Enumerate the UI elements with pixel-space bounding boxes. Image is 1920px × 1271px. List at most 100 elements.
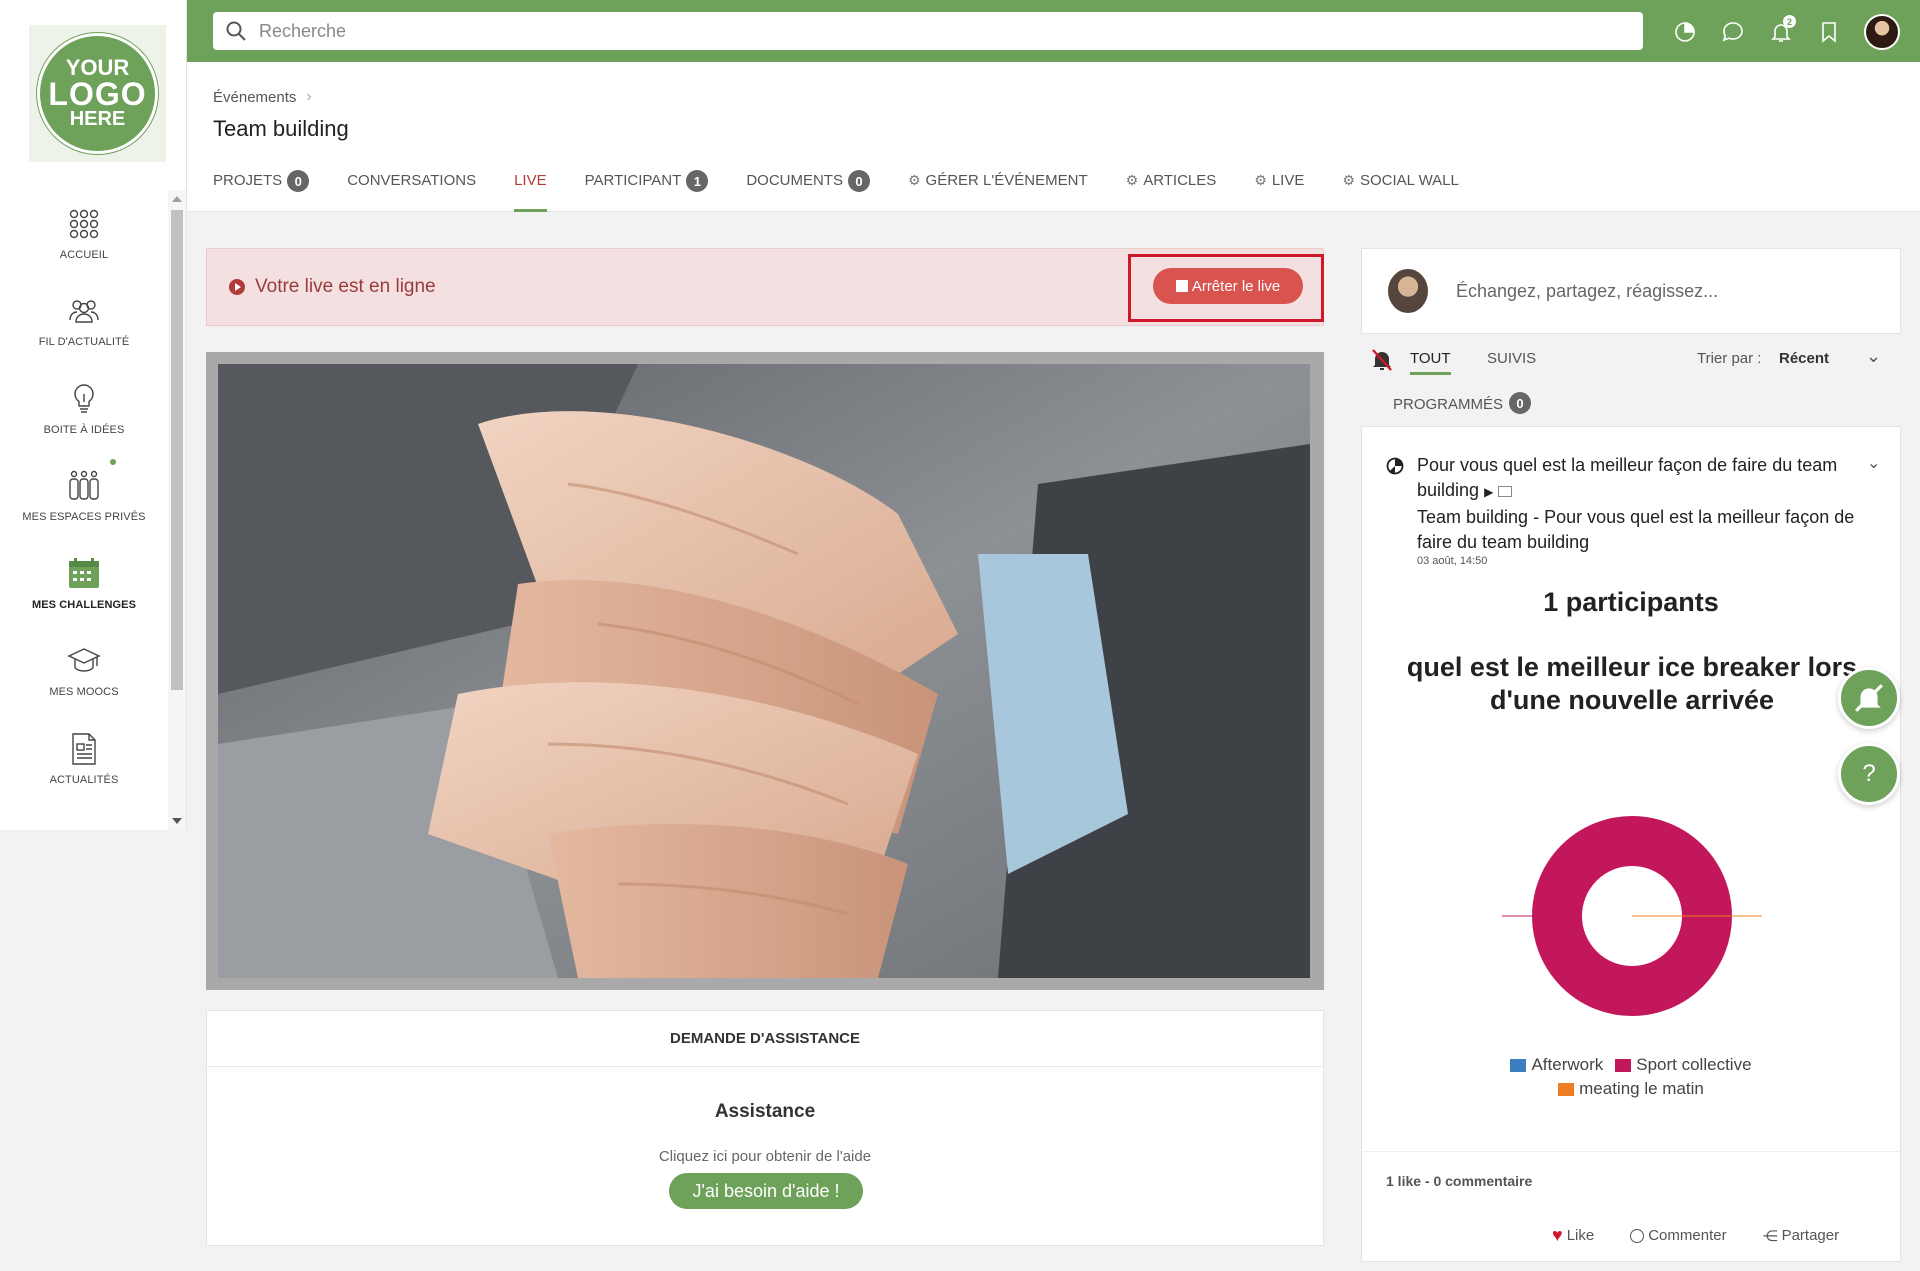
sidebar-item-moocs[interactable]: MES MOOCS [0,628,168,716]
sidebar-item-challenges[interactable]: MES CHALLENGES [0,540,168,628]
legend-item[interactable]: meating le matin [1558,1079,1704,1099]
sidebar-item-actualites[interactable]: ACTUALITÉS [0,715,168,803]
chevron-down-icon[interactable]: ⌄ [1866,346,1881,367]
compose-input[interactable] [1456,280,1876,302]
search-box [213,12,1643,50]
sidebar-scrollbar[interactable] [168,190,186,830]
share-icon: ⋲ [1762,1227,1778,1245]
bell-off-icon[interactable] [1371,348,1393,372]
search-input[interactable] [259,20,1559,42]
like-label: Like [1566,1227,1595,1244]
messages-button[interactable] [1720,17,1746,47]
user-avatar [1388,269,1428,313]
card-icon [1498,485,1513,497]
poll-question: quel est le meilleur ice breaker lors d'… [1406,652,1858,715]
scroll-thumb[interactable] [171,210,183,690]
tab-live[interactable]: LIVE [514,166,547,212]
legend-item[interactable]: Afterwork [1510,1055,1603,1075]
tab-label: DOCUMENTS [746,172,843,189]
lightbulb-icon [74,384,94,413]
newspaper-icon [72,733,96,765]
sort-select[interactable]: Récent [1779,350,1829,367]
comment-bubble-icon [1630,1228,1645,1243]
sidebar: YOUR LOGO HERE ACCUEIL FIL D'ACTUALITÉ B… [0,0,187,830]
tab-documents[interactable]: DOCUMENTS 0 [746,166,870,212]
stop-live-label: Arrêter le live [1191,277,1281,295]
tab-conversations[interactable]: CONVERSATIONS [347,166,476,212]
legend-item[interactable]: Sport collective [1615,1055,1752,1075]
tab-projets[interactable]: PROJETS 0 [213,166,310,212]
tab-label: CONVERSATIONS [347,172,477,189]
tab-label: LIVE [514,172,547,189]
scroll-up-icon[interactable] [172,196,182,202]
help-fab-button[interactable]: ? [1838,743,1900,805]
tab-live-settings[interactable]: ⚙ LIVE [1254,166,1304,212]
search-icon [226,21,246,41]
sidebar-item-label: MES CHALLENGES [31,598,137,611]
chevron-down-icon[interactable]: ⌄ [1867,453,1880,473]
sidebar-item-label: BOITE À IDÉES [43,423,125,436]
live-status-text: Votre live est en ligne [255,276,436,297]
need-help-button[interactable]: J'ai besoin d'aide ! [669,1173,863,1209]
breadcrumb-link[interactable]: Événements [213,89,296,106]
logo-text-2: LOGO [48,76,147,113]
sidebar-item-accueil[interactable]: ACCUEIL [0,190,168,278]
sidebar-item-boite-idees[interactable]: BOITE À IDÉES [0,365,168,453]
user-avatar[interactable] [1864,14,1900,50]
legend-label: meating le matin [1579,1079,1704,1098]
chart-legend: Afterwork Sport collective meating le mati… [1362,1055,1900,1099]
stop-square-icon [1175,280,1188,292]
poll-donut-chart: 10 [1502,816,1762,1016]
tab-label: ARTICLES [1143,172,1217,189]
tab-badge: 0 [287,170,310,192]
unread-dot [110,458,116,465]
private-space-icon [69,471,99,500]
legend-label: Afterwork [1531,1055,1604,1074]
sidebar-item-espaces-prives[interactable]: MES ESPACES PRIVÉS [0,453,168,541]
assistance-panel: DEMANDE D'ASSISTANCE Assistance Cliquez … [206,1010,1324,1246]
top-icons: 2 [1672,14,1900,50]
feed-tab-followed[interactable]: SUIVIS [1487,350,1536,367]
pie-chart-icon [1386,457,1404,475]
compose-box [1361,248,1901,334]
share-button[interactable]: ⋲ Partager [1763,1225,1840,1246]
legend-label: Sport collective [1636,1055,1752,1074]
graduation-cap-icon [67,648,101,672]
tab-label: GÉRER L'ÉVÉNEMENT [925,172,1088,189]
comment-button[interactable]: Commenter [1630,1225,1727,1246]
post-title-text: Pour vous quel est la meilleur façon de … [1417,455,1838,500]
pie-chart-icon [1675,22,1695,42]
tab-participant[interactable]: PARTICIPANT 1 [585,166,709,212]
tab-badge: 0 [847,170,870,192]
tab-articles[interactable]: ⚙ ARTICLES [1126,166,1217,212]
event-tabs: PROJETS 0 CONVERSATIONS LIVE PARTICIPANT… [213,166,1497,212]
logo[interactable]: YOUR LOGO HERE [29,25,166,162]
chevron-right-icon: › [306,88,312,105]
like-button[interactable]: ♥ Like [1552,1225,1594,1246]
top-bar: 2 [187,0,1920,62]
post-title[interactable]: Pour vous quel est la meilleur façon de … [1417,453,1857,505]
tab-social-wall[interactable]: ⚙ SOCIAL WALL [1342,166,1458,212]
live-video[interactable] [206,352,1324,990]
comment-label: Commenter [1648,1227,1727,1244]
sidebar-item-label: ACTUALITÉS [49,773,119,786]
stats-button[interactable] [1672,17,1698,47]
sidebar-item-fil-actualite[interactable]: FIL D'ACTUALITÉ [0,278,168,366]
heart-icon: ♥ [1552,1225,1563,1245]
mute-fab-button[interactable] [1838,667,1900,729]
tab-label: PROJETS [213,172,283,189]
sidebar-item-label: MES ESPACES PRIVÉS [22,511,146,524]
assistance-title: Assistance [714,1101,816,1122]
tab-label: PROGRAMMÉS [1393,395,1504,413]
divider [1362,1151,1900,1152]
feed-tab-all[interactable]: TOUT [1410,350,1451,375]
notifications-button[interactable]: 2 [1768,15,1796,47]
feed-tab-scheduled[interactable]: PROGRAMMÉS 0 [1393,392,1532,414]
scroll-down-icon[interactable] [172,818,182,824]
share-label: Partager [1781,1227,1840,1244]
post-actions: ♥ Like Commenter ⋲ Partager [1552,1225,1839,1246]
bookmarks-button[interactable] [1816,17,1842,47]
stop-live-button[interactable]: Arrêter le live [1153,268,1303,304]
breadcrumb: Événements › [213,88,312,106]
tab-gerer-evenement[interactable]: ⚙ GÉRER L'ÉVÉNEMENT [908,166,1088,212]
